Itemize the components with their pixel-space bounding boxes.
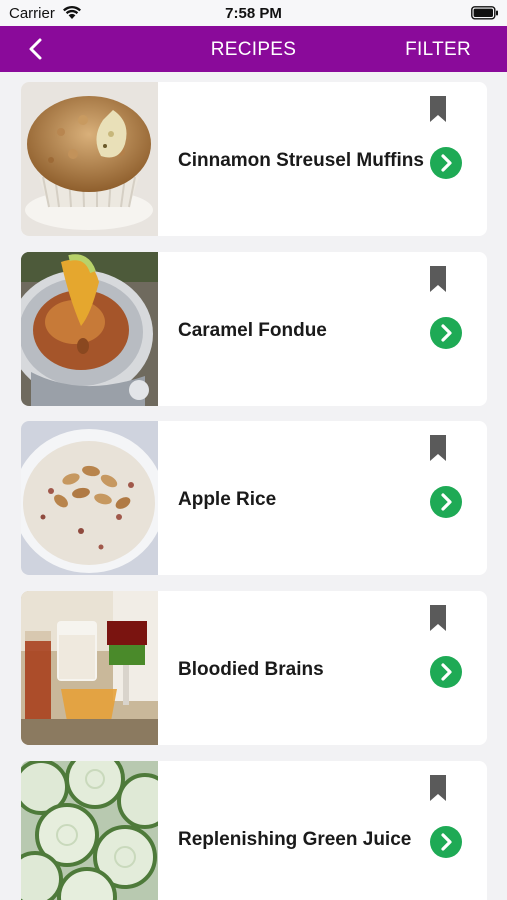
recipe-title: Replenishing Green Juice — [178, 829, 412, 850]
open-recipe-button[interactable] — [430, 656, 462, 688]
cucumber-photo — [21, 761, 173, 900]
bookmark-icon[interactable] — [430, 266, 446, 292]
chevron-right-icon — [430, 147, 462, 179]
chevron-right-icon — [430, 656, 462, 688]
navigation-bar: RECIPES FILTER — [0, 26, 507, 72]
open-recipe-button[interactable] — [430, 147, 462, 179]
fondue-photo — [21, 252, 158, 406]
recipe-card[interactable]: Cinnamon Streusel Muffins — [21, 82, 487, 236]
bookmark-icon[interactable] — [430, 775, 446, 801]
recipe-card[interactable]: Replenishing Green Juice — [21, 761, 487, 900]
open-recipe-button[interactable] — [430, 826, 462, 858]
open-recipe-button[interactable] — [430, 317, 462, 349]
recipe-title: Bloodied Brains — [178, 659, 324, 680]
drinks-photo — [21, 591, 158, 745]
battery-icon — [471, 6, 499, 25]
recipe-card[interactable]: Apple Rice — [21, 421, 487, 575]
recipe-title: Apple Rice — [178, 489, 277, 510]
status-bar: Carrier 7:58 PM — [0, 0, 507, 26]
rice-photo — [21, 421, 165, 575]
recipe-title: Caramel Fondue — [178, 320, 327, 341]
bookmark-icon[interactable] — [430, 435, 446, 461]
chevron-right-icon — [430, 826, 462, 858]
filter-button[interactable]: FILTER — [405, 39, 471, 61]
recipe-card[interactable]: Caramel Fondue — [21, 252, 487, 406]
recipe-list[interactable]: Cinnamon Streusel Muffins Caramel Fondue… — [0, 72, 507, 900]
bookmark-icon[interactable] — [430, 96, 446, 122]
muffin-photo — [21, 82, 158, 236]
chevron-right-icon — [430, 486, 462, 518]
recipe-title: Cinnamon Streusel Muffins — [178, 150, 424, 171]
clock: 7:58 PM — [225, 5, 282, 22]
chevron-right-icon — [430, 317, 462, 349]
recipe-card[interactable]: Bloodied Brains — [21, 591, 487, 745]
bookmark-icon[interactable] — [430, 605, 446, 631]
open-recipe-button[interactable] — [430, 486, 462, 518]
